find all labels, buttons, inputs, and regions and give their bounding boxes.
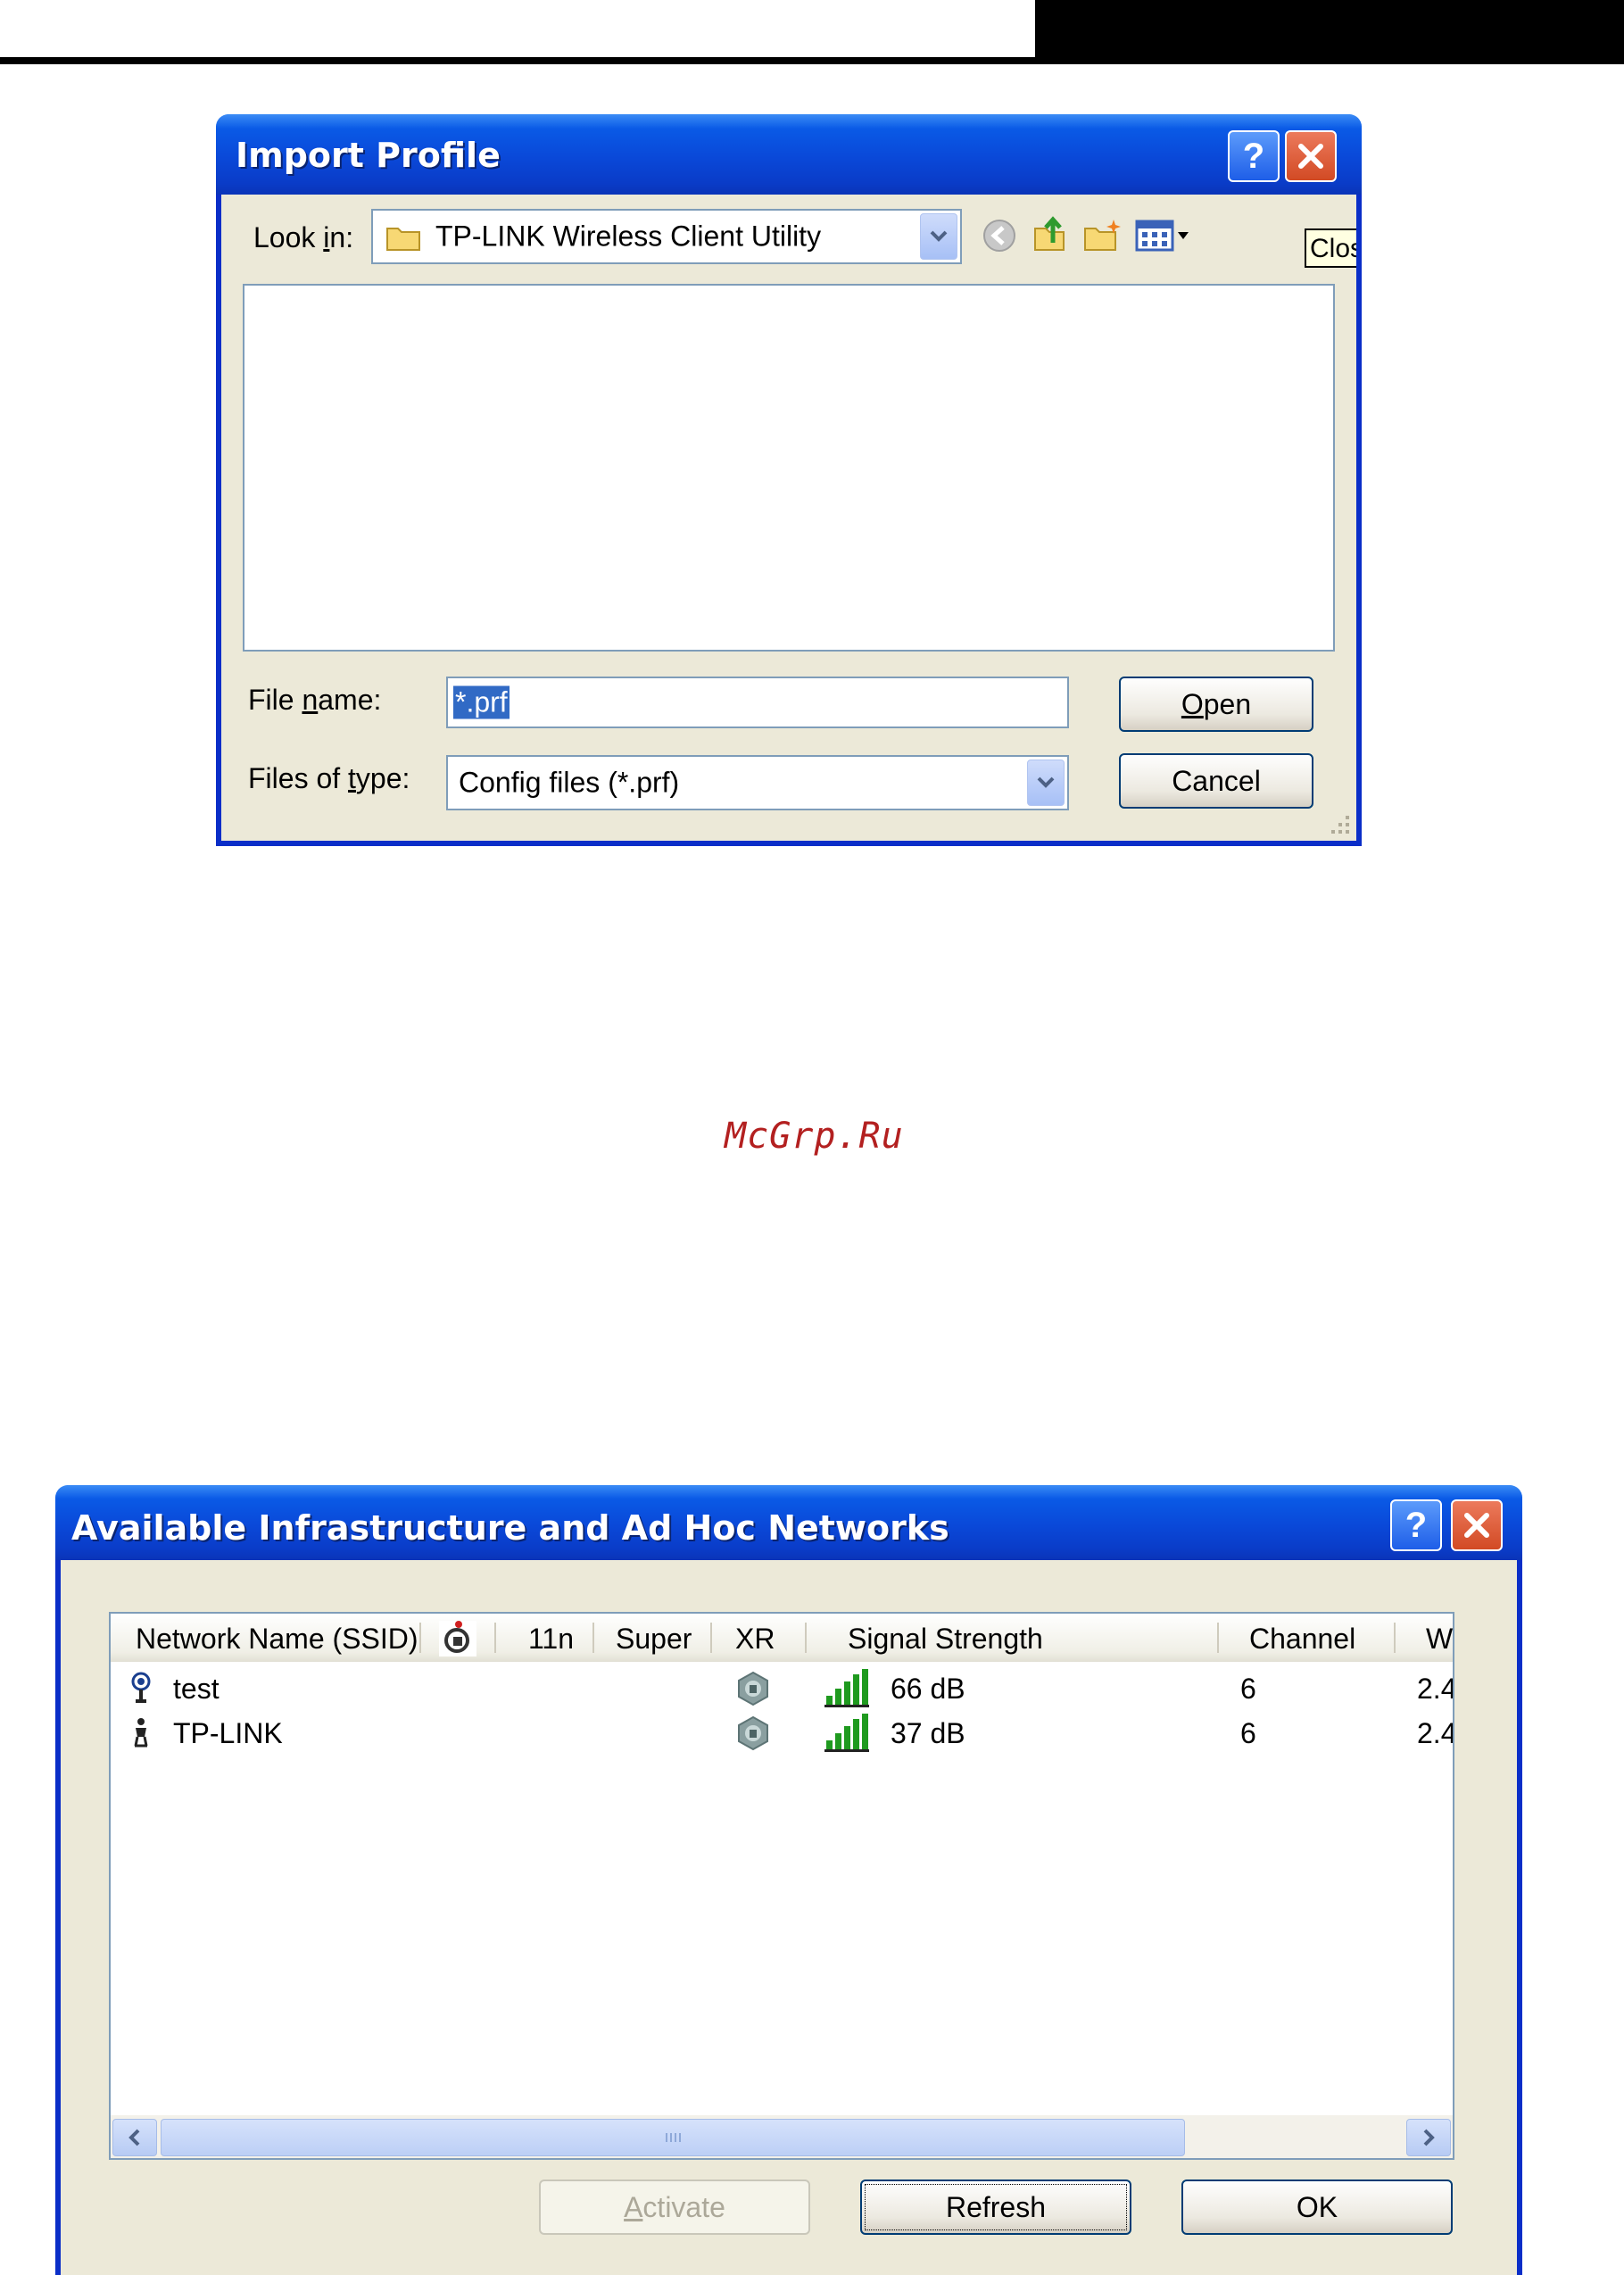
column-separator[interactable] bbox=[1217, 1623, 1219, 1653]
column-header-super[interactable]: Super bbox=[616, 1623, 692, 1656]
look-in-combo[interactable]: TP-LINK Wireless Client Utility bbox=[371, 209, 962, 264]
import-profile-dialog: Import Profile ? Look in: TP-LINK Wirele… bbox=[216, 114, 1362, 846]
signal-value: 37 dB bbox=[891, 1717, 965, 1749]
channel-value: 6 bbox=[1240, 1717, 1256, 1749]
network-ssid: TP-LINK bbox=[173, 1717, 283, 1749]
files-of-type-label: Files of type: bbox=[248, 762, 410, 794]
list-header: Network Name (SSID) 11n Super XR Signal … bbox=[111, 1614, 1453, 1662]
chevron-down-icon bbox=[1037, 776, 1055, 788]
wireless-mode-value: 2.4 bbox=[1417, 1717, 1454, 1749]
help-icon: ? bbox=[1242, 136, 1265, 176]
look-in-dropdown-button[interactable] bbox=[920, 213, 957, 260]
tooltip-text: Clos bbox=[1310, 234, 1356, 263]
infrastructure-icon bbox=[131, 1672, 151, 1703]
cancel-button[interactable]: Cancel bbox=[1119, 753, 1313, 809]
wireless-mode-value: 2.4 bbox=[1417, 1673, 1454, 1705]
import-profile-title: Import Profile bbox=[236, 136, 501, 175]
back-button[interactable] bbox=[980, 216, 1019, 255]
column-header-xr[interactable]: XR bbox=[735, 1623, 775, 1656]
new-folder-icon bbox=[1084, 220, 1121, 251]
adhoc-icon bbox=[134, 1718, 148, 1748]
open-button[interactable]: Open bbox=[1119, 677, 1313, 732]
channel-value: 6 bbox=[1240, 1673, 1256, 1705]
ok-button[interactable]: OK bbox=[1181, 2180, 1453, 2235]
folder-icon bbox=[386, 228, 420, 251]
horizontal-scrollbar[interactable] bbox=[111, 2115, 1453, 2158]
column-header-11n[interactable]: 11n bbox=[528, 1623, 574, 1656]
column-separator[interactable] bbox=[419, 1623, 421, 1653]
watermark: McGrp.Ru bbox=[725, 1116, 904, 1157]
column-separator[interactable] bbox=[592, 1623, 594, 1653]
back-icon bbox=[983, 220, 1015, 252]
files-of-type-dropdown-button[interactable] bbox=[1027, 760, 1065, 806]
view-menu-button[interactable] bbox=[1135, 216, 1192, 255]
new-folder-button[interactable] bbox=[1083, 216, 1123, 255]
column-header-channel[interactable]: Channel bbox=[1249, 1623, 1355, 1656]
networks-title: Available Infrastructure and Ad Hoc Netw… bbox=[71, 1508, 949, 1548]
view-menu-icon bbox=[1135, 220, 1189, 252]
column-header-signal-strength[interactable]: Signal Strength bbox=[848, 1623, 1043, 1656]
files-of-type-combo[interactable]: Config files (*.prf) bbox=[446, 755, 1069, 810]
chevron-right-icon bbox=[1423, 2129, 1435, 2146]
chevron-left-icon bbox=[128, 2129, 140, 2146]
scroll-thumb[interactable] bbox=[161, 2119, 1185, 2156]
networks-list[interactable]: Network Name (SSID) 11n Super XR Signal … bbox=[109, 1612, 1454, 2160]
close-tooltip: Clos bbox=[1305, 228, 1356, 268]
refresh-button[interactable]: Refresh bbox=[860, 2180, 1131, 2235]
available-networks-dialog: Available Infrastructure and Ad Hoc Netw… bbox=[55, 1485, 1522, 2275]
security-icon bbox=[738, 1671, 768, 1706]
chevron-down-icon bbox=[930, 230, 948, 242]
signal-value: 66 dB bbox=[891, 1673, 965, 1705]
header-rule bbox=[0, 57, 1042, 64]
file-name-field[interactable]: *.prf bbox=[446, 677, 1069, 728]
header-block bbox=[1035, 0, 1624, 64]
security-column-icon[interactable] bbox=[439, 1621, 476, 1656]
column-header-wireless-mode[interactable]: W bbox=[1426, 1623, 1453, 1656]
import-profile-client: Look in: TP-LINK Wireless Client Utility… bbox=[221, 195, 1356, 841]
signal-bars-icon bbox=[824, 1669, 869, 1707]
table-row[interactable]: test 66 dB 6 2.4 bbox=[111, 1665, 1453, 1710]
help-button[interactable]: ? bbox=[1390, 1499, 1442, 1551]
file-name-label: File name: bbox=[248, 684, 382, 716]
network-ssid: test bbox=[173, 1673, 220, 1705]
grip-icon bbox=[666, 2133, 681, 2142]
help-icon: ? bbox=[1404, 1505, 1428, 1545]
close-button[interactable] bbox=[1451, 1499, 1503, 1551]
import-profile-titlebar[interactable]: Import Profile ? bbox=[216, 114, 1362, 195]
close-icon bbox=[1298, 144, 1323, 169]
security-icon bbox=[738, 1715, 768, 1751]
scroll-left-button[interactable] bbox=[112, 2119, 157, 2156]
file-name-value: *.prf bbox=[453, 685, 510, 719]
scroll-right-button[interactable] bbox=[1406, 2119, 1451, 2156]
table-row[interactable]: TP-LINK 37 dB 6 2.4 bbox=[111, 1710, 1453, 1755]
files-of-type-value: Config files (*.prf) bbox=[459, 766, 680, 799]
column-separator[interactable] bbox=[805, 1623, 807, 1653]
column-separator[interactable] bbox=[1394, 1623, 1396, 1653]
column-separator[interactable] bbox=[710, 1623, 712, 1653]
column-separator[interactable] bbox=[494, 1623, 496, 1653]
up-folder-button[interactable] bbox=[1032, 214, 1071, 253]
close-icon bbox=[1464, 1513, 1489, 1538]
look-in-value: TP-LINK Wireless Client Utility bbox=[435, 220, 822, 253]
signal-bars-icon bbox=[824, 1714, 869, 1752]
column-header-ssid[interactable]: Network Name (SSID) bbox=[136, 1623, 418, 1656]
activate-button[interactable]: Activate bbox=[539, 2180, 810, 2235]
close-button[interactable] bbox=[1285, 130, 1337, 182]
up-folder-icon bbox=[1034, 216, 1065, 251]
help-button[interactable]: ? bbox=[1228, 130, 1280, 182]
networks-client: Network Name (SSID) 11n Super XR Signal … bbox=[61, 1560, 1517, 2275]
networks-titlebar[interactable]: Available Infrastructure and Ad Hoc Netw… bbox=[55, 1485, 1522, 1560]
look-in-label: Look in: bbox=[253, 221, 354, 253]
resize-grip-icon[interactable] bbox=[1326, 810, 1353, 837]
file-list-area[interactable] bbox=[243, 284, 1335, 652]
